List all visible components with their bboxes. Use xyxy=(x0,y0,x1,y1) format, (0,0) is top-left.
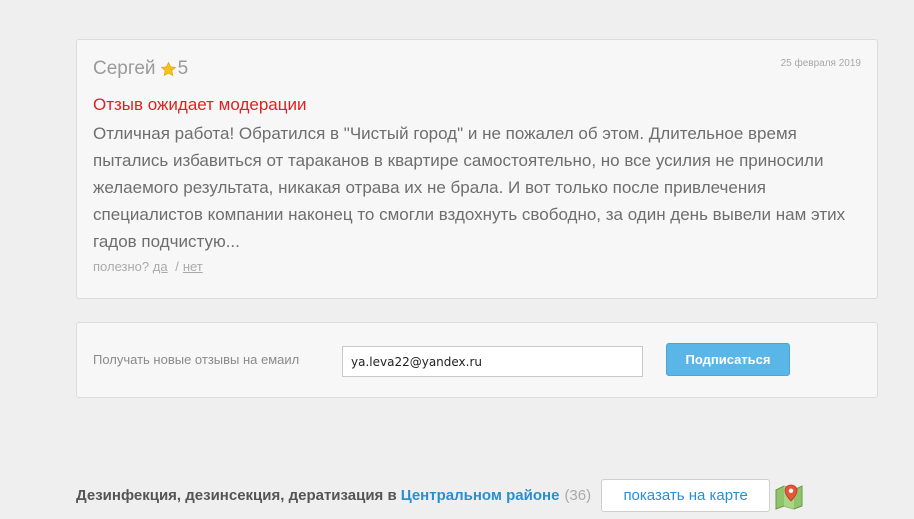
rating-value: 5 xyxy=(177,58,189,79)
district-link[interactable]: Центральном районе xyxy=(401,487,560,504)
district-section: Дезинфекция, дезинсекция, дератизация в … xyxy=(76,479,804,512)
review-text: Отличная работа! Обратился в "Чистый гор… xyxy=(93,124,846,251)
star-icon xyxy=(160,61,176,76)
helpful-vote: полезно? да / нет xyxy=(93,259,203,274)
review-author: Сергей 5 xyxy=(93,58,188,80)
review-date: 25 февраля 2019 xyxy=(780,58,861,69)
subscribe-card: Получать новые отзывы на емаил Подписать… xyxy=(76,322,878,398)
show-on-map-button[interactable]: показать на карте xyxy=(601,479,771,512)
review-card: Сергей 5 25 февраля 2019 Отзыв ожидает м… xyxy=(76,39,878,299)
subscribe-button[interactable]: Подписаться xyxy=(666,343,790,376)
map-pin-icon[interactable] xyxy=(774,482,804,510)
email-input[interactable] xyxy=(342,346,643,377)
section-title: Дезинфекция, дезинсекция, дератизация в xyxy=(76,487,397,504)
helpful-no-link[interactable]: нет xyxy=(183,259,203,274)
helpful-yes-link[interactable]: да xyxy=(153,259,168,274)
author-name: Сергей xyxy=(93,58,156,79)
helpful-separator: / xyxy=(175,259,179,274)
subscribe-label: Получать новые отзывы на емаил xyxy=(93,352,300,367)
moderation-notice: Отзыв ожидает модерации xyxy=(93,95,307,114)
helpful-label: полезно? xyxy=(93,259,150,274)
review-count: (36) xyxy=(564,487,592,504)
